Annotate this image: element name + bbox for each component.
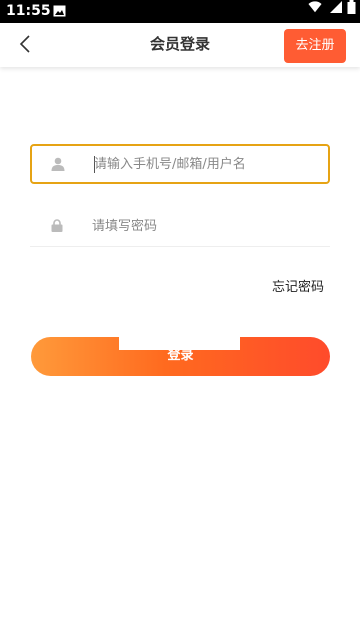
- password-field[interactable]: [30, 206, 330, 247]
- nav-bar: 会员登录 去注册: [0, 23, 360, 67]
- register-button[interactable]: 去注册: [284, 29, 346, 63]
- status-time: 11:55: [6, 3, 51, 19]
- battery-icon: [347, 0, 356, 14]
- username-field[interactable]: [30, 144, 330, 184]
- password-input[interactable]: [92, 206, 322, 246]
- username-input[interactable]: [94, 146, 324, 182]
- status-bar: 11:55: [0, 0, 360, 23]
- forgot-password-link[interactable]: 忘记密码: [272, 276, 324, 295]
- login-button[interactable]: 登录: [31, 337, 330, 376]
- user-icon: [51, 157, 65, 171]
- login-button-label: 登录: [167, 348, 194, 363]
- wifi-icon: [308, 1, 322, 13]
- signal-icon: [330, 1, 342, 13]
- photo-icon: [53, 5, 66, 17]
- lock-icon: [51, 219, 63, 232]
